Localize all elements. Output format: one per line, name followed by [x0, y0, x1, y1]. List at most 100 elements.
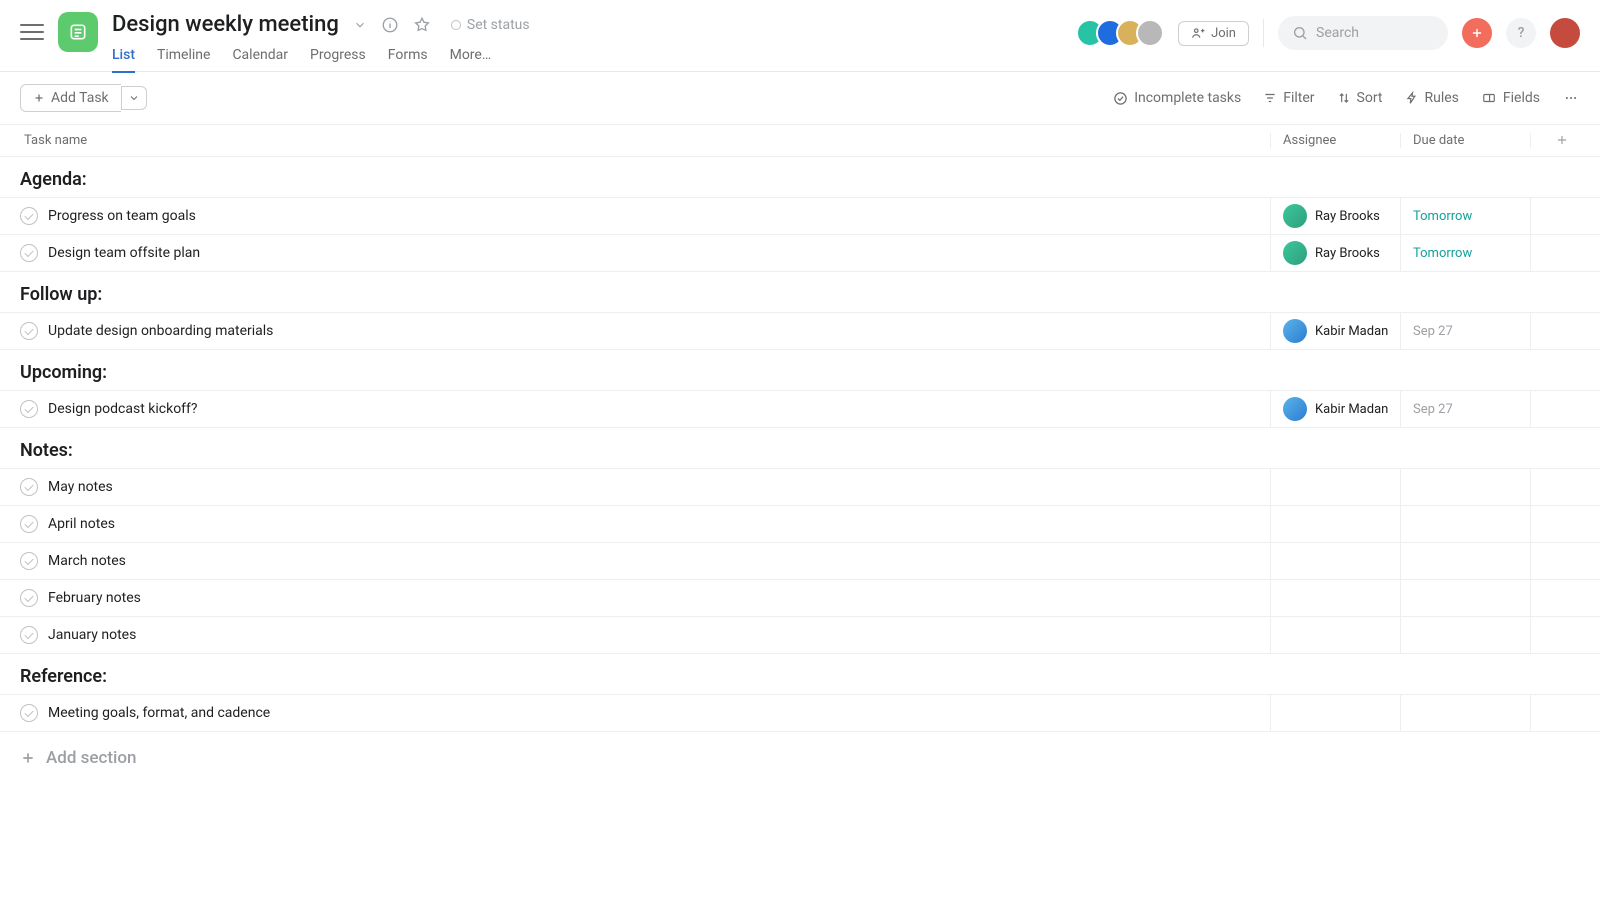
assignee-cell[interactable]	[1270, 580, 1400, 616]
complete-task-checkbox[interactable]	[20, 626, 38, 644]
due-date-cell[interactable]: Tomorrow	[1400, 235, 1530, 271]
due-date-cell[interactable]: Sep 27	[1400, 391, 1530, 427]
join-button[interactable]: Join	[1178, 21, 1249, 46]
complete-task-checkbox[interactable]	[20, 515, 38, 533]
due-date-cell[interactable]	[1400, 617, 1530, 653]
task-name-text: March notes	[48, 553, 126, 569]
menu-toggle-icon[interactable]	[20, 20, 44, 44]
complete-task-checkbox[interactable]	[20, 400, 38, 418]
task-row[interactable]: May notes	[0, 468, 1600, 506]
project-title[interactable]: Design weekly meeting	[112, 12, 339, 37]
add-task-dropdown[interactable]	[121, 86, 147, 110]
section-title[interactable]: Agenda:	[0, 157, 1600, 198]
add-task-button[interactable]: Add Task	[20, 84, 121, 112]
more-options-button[interactable]	[1562, 91, 1580, 105]
section-title[interactable]: Reference:	[0, 654, 1600, 695]
task-row[interactable]: Design team offsite plan Ray Brooks Tomorr…	[0, 234, 1600, 272]
due-date-cell[interactable]	[1400, 580, 1530, 616]
chevron-down-icon[interactable]	[353, 18, 367, 32]
assignee-cell[interactable]: Ray Brooks	[1270, 198, 1400, 234]
complete-task-checkbox[interactable]	[20, 207, 38, 225]
due-date-cell[interactable]	[1400, 469, 1530, 505]
task-row[interactable]: April notes	[0, 505, 1600, 543]
due-date-cell[interactable]	[1400, 543, 1530, 579]
due-date-cell[interactable]	[1400, 506, 1530, 542]
global-add-button[interactable]	[1462, 18, 1492, 48]
assignee-cell[interactable]	[1270, 543, 1400, 579]
task-sections: Agenda:Progress on team goalsRay BrooksT…	[0, 157, 1600, 732]
add-task-label: Add Task	[51, 90, 109, 106]
member-avatars[interactable]	[1084, 19, 1164, 47]
assignee-cell[interactable]	[1270, 695, 1400, 731]
due-date-cell[interactable]: Tomorrow	[1400, 198, 1530, 234]
help-button[interactable]: ?	[1506, 18, 1536, 48]
due-date-text: Sep 27	[1413, 402, 1453, 417]
plus-icon	[20, 750, 36, 766]
column-header-row: Task name Assignee Due date	[0, 124, 1600, 157]
tab-list[interactable]: List	[112, 47, 135, 73]
sort-label: Sort	[1357, 90, 1383, 106]
assignee-cell[interactable]: Ray Brooks	[1270, 235, 1400, 271]
complete-task-checkbox[interactable]	[20, 552, 38, 570]
task-name-text: Meeting goals, format, and cadence	[48, 705, 270, 721]
task-row[interactable]: Progress on team goals Ray BrooksTomorrow	[0, 197, 1600, 235]
task-name-text: Progress on team goals	[48, 208, 196, 224]
column-task-name[interactable]: Task name	[20, 133, 1270, 148]
assignee-cell[interactable]: Kabir Madan	[1270, 391, 1400, 427]
complete-task-checkbox[interactable]	[20, 704, 38, 722]
assignee-cell[interactable]: Kabir Madan	[1270, 313, 1400, 349]
project-icon[interactable]	[58, 12, 98, 52]
assignee-avatar	[1283, 204, 1307, 228]
rules-button[interactable]: Rules	[1405, 90, 1459, 106]
assignee-name: Kabir Madan	[1315, 324, 1388, 339]
due-date-text: Tomorrow	[1413, 246, 1472, 261]
task-name-text: Design team offsite plan	[48, 245, 200, 261]
task-row[interactable]: February notes	[0, 579, 1600, 617]
assignee-cell[interactable]	[1270, 469, 1400, 505]
assignee-cell[interactable]	[1270, 506, 1400, 542]
search-input[interactable]: Search	[1278, 16, 1448, 50]
sort-button[interactable]: Sort	[1337, 90, 1383, 106]
add-section-button[interactable]: Add section	[0, 732, 1600, 784]
info-icon[interactable]	[381, 16, 399, 34]
column-due-date[interactable]: Due date	[1400, 133, 1530, 148]
tab-progress[interactable]: Progress	[310, 47, 366, 73]
filter-button[interactable]: Filter	[1263, 90, 1314, 106]
list-toolbar: Add Task Incomplete tasks Filter Sort Ru…	[0, 72, 1600, 124]
section-title[interactable]: Notes:	[0, 428, 1600, 469]
extra-cell	[1530, 506, 1580, 542]
user-avatar[interactable]	[1550, 18, 1580, 48]
divider	[1263, 19, 1264, 47]
tab-timeline[interactable]: Timeline	[157, 47, 210, 73]
task-row[interactable]: Design podcast kickoff? Kabir Madan Sep 27	[0, 390, 1600, 428]
set-status-label: Set status	[467, 17, 530, 33]
tab-calendar[interactable]: Calendar	[232, 47, 288, 73]
due-date-cell[interactable]	[1400, 695, 1530, 731]
section-title[interactable]: Upcoming:	[0, 350, 1600, 391]
set-status-button[interactable]: Set status	[451, 17, 530, 33]
complete-task-checkbox[interactable]	[20, 322, 38, 340]
assignee-name: Ray Brooks	[1315, 246, 1380, 261]
section-title[interactable]: Follow up:	[0, 272, 1600, 313]
extra-cell	[1530, 235, 1580, 271]
complete-task-checkbox[interactable]	[20, 478, 38, 496]
add-column-button[interactable]	[1530, 133, 1580, 148]
task-name-text: February notes	[48, 590, 141, 606]
assignee-cell[interactable]	[1270, 617, 1400, 653]
fields-button[interactable]: Fields	[1481, 90, 1540, 106]
tab-forms[interactable]: Forms	[388, 47, 428, 73]
star-icon[interactable]	[413, 16, 431, 34]
task-row[interactable]: January notes	[0, 616, 1600, 654]
extra-cell	[1530, 198, 1580, 234]
complete-task-checkbox[interactable]	[20, 589, 38, 607]
task-row[interactable]: Meeting goals, format, and cadence	[0, 694, 1600, 732]
complete-task-checkbox[interactable]	[20, 244, 38, 262]
tab-more[interactable]: More…	[450, 47, 492, 73]
column-assignee[interactable]: Assignee	[1270, 133, 1400, 148]
incomplete-tasks-button[interactable]: Incomplete tasks	[1113, 90, 1241, 106]
due-date-cell[interactable]: Sep 27	[1400, 313, 1530, 349]
task-name-text: Design podcast kickoff?	[48, 401, 198, 417]
filter-label: Filter	[1283, 90, 1314, 106]
task-row[interactable]: March notes	[0, 542, 1600, 580]
task-row[interactable]: Update design onboarding materialsKabir …	[0, 312, 1600, 350]
